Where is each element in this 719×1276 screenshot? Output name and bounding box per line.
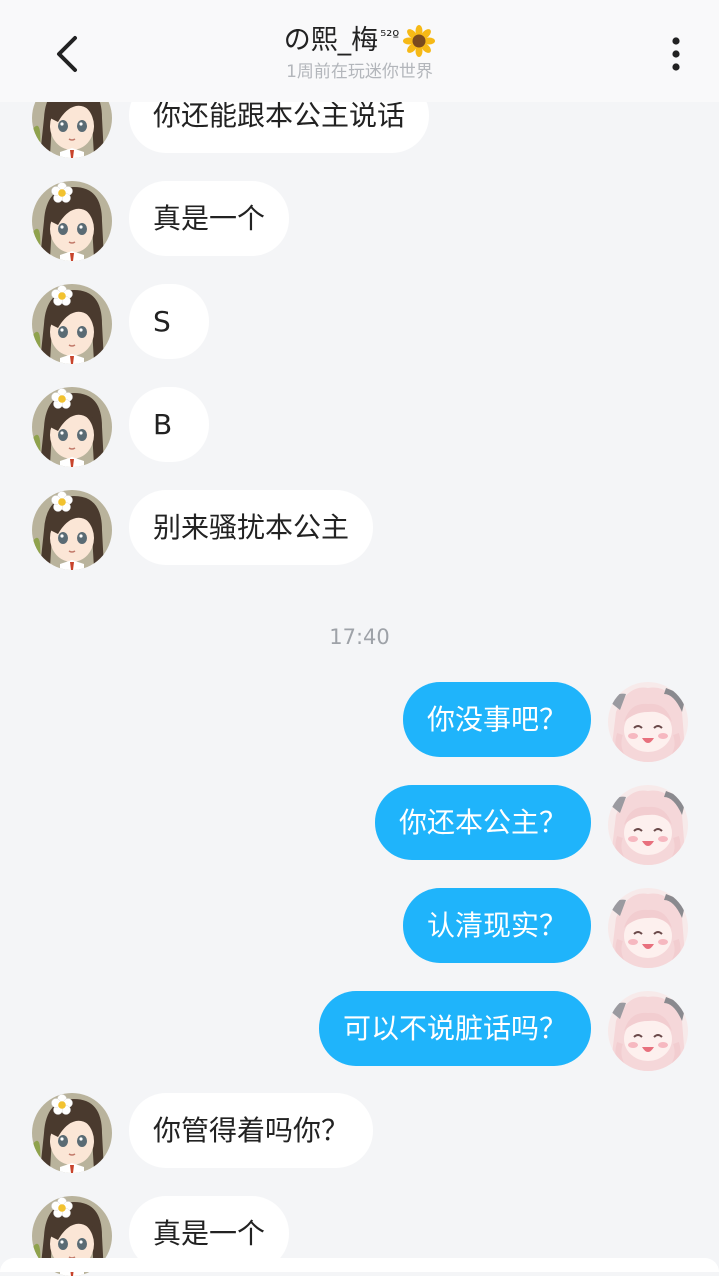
- message-bubble-incoming[interactable]: 你管得着吗你？: [129, 1093, 374, 1168]
- message-bubble-outgoing[interactable]: 可以不说脏话吗？: [318, 991, 591, 1066]
- message-bubble-incoming[interactable]: 真是一个: [129, 181, 290, 256]
- contact-avatar[interactable]: [32, 181, 112, 261]
- message-bubble-incoming[interactable]: B: [129, 387, 209, 462]
- chat-header: の熙_梅 ⁵²º 1周前在玩迷你世界: [0, 0, 719, 102]
- my-avatar[interactable]: [608, 785, 688, 865]
- contact-avatar[interactable]: [32, 1093, 112, 1173]
- message-timestamp: 17:40: [329, 625, 390, 649]
- more-options-button[interactable]: [652, 28, 700, 80]
- my-avatar[interactable]: [608, 682, 688, 762]
- my-avatar[interactable]: [608, 991, 688, 1071]
- message-bubble-outgoing[interactable]: 你还本公主？: [374, 785, 591, 860]
- message-bubble-incoming[interactable]: S: [129, 284, 209, 359]
- more-vertical-icon: [672, 37, 680, 71]
- contact-status: 1周前在玩迷你世界: [286, 62, 433, 82]
- contact-avatar[interactable]: [32, 490, 112, 570]
- message-bubble-outgoing[interactable]: 认清现实？: [402, 888, 591, 963]
- chat-area[interactable]: 你还能跟本公主说话 真是一个 S B 别来骚扰本公主 17:40 你没事吧？ 你…: [0, 0, 719, 1272]
- chat-title: の熙_梅 ⁵²º: [0, 22, 719, 60]
- message-bubble-outgoing[interactable]: 你没事吧？: [402, 682, 591, 757]
- contact-avatar[interactable]: [32, 387, 112, 467]
- sunflower-icon: [403, 25, 436, 57]
- message-bubble-incoming[interactable]: 别来骚扰本公主: [129, 490, 374, 565]
- my-avatar[interactable]: [608, 888, 688, 968]
- contact-name: の熙_梅: [283, 25, 379, 56]
- input-bar[interactable]: [0, 1258, 719, 1272]
- contact-name-suffix: ⁵²º: [380, 27, 400, 45]
- contact-avatar[interactable]: [32, 284, 112, 364]
